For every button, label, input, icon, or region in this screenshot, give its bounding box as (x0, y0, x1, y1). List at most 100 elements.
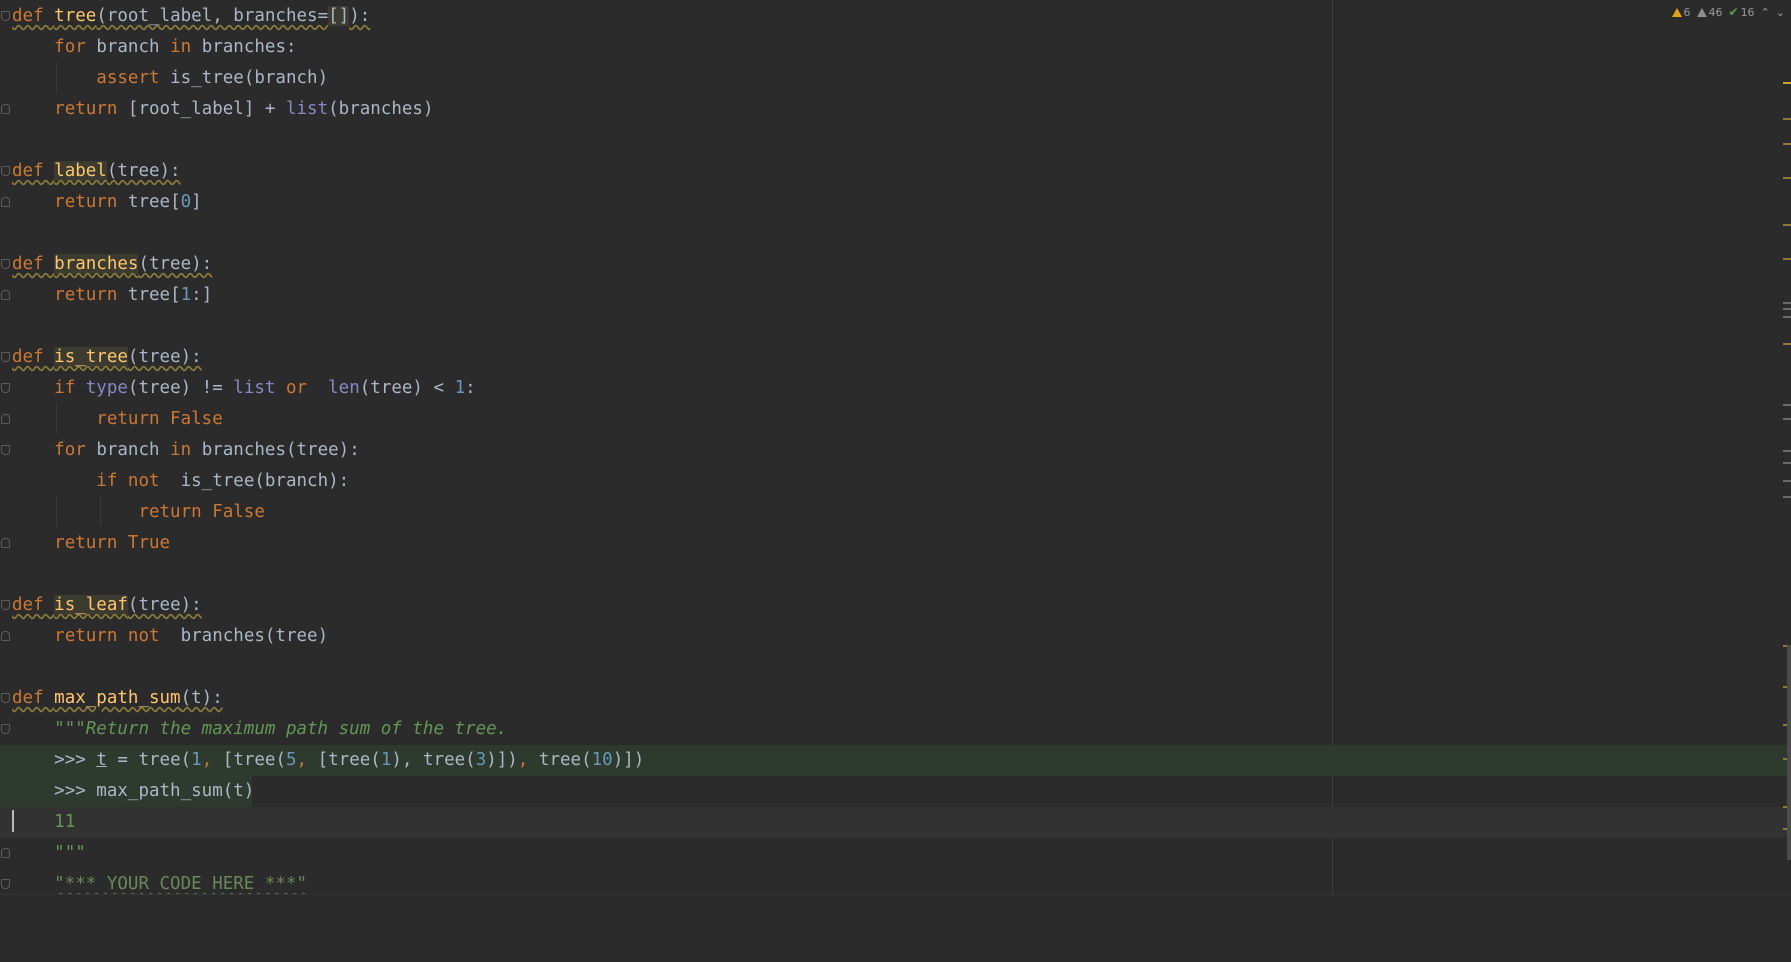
code-line-doctest[interactable]: >>> t = tree(1, [tree(5, [tree(1), tree(… (0, 745, 1791, 776)
stripe-marker[interactable] (1783, 302, 1791, 304)
stripe-marker[interactable] (1783, 343, 1791, 345)
builtin: type (86, 378, 128, 398)
keyword: in (170, 37, 202, 57)
warning-icon (1672, 8, 1682, 17)
keyword: def (12, 347, 54, 367)
code-text: ] (191, 192, 202, 212)
number: 1 (381, 750, 392, 770)
code-text: [] (328, 6, 349, 26)
code-line[interactable]: """ (0, 838, 1791, 869)
vertical-scrollbar-thumb[interactable] (1787, 645, 1791, 860)
code-text: )]) (486, 750, 518, 770)
code-text: is_tree(branch): (181, 471, 350, 491)
code-text: [tree( (318, 750, 381, 770)
stripe-marker[interactable] (1783, 118, 1791, 120)
function-name: is_leaf (54, 595, 128, 615)
string-literal: "*** YOUR CODE HERE ***" (54, 874, 307, 894)
code-line[interactable]: def max_path_sum(t): (0, 683, 1791, 714)
stripe-marker[interactable] (1783, 418, 1791, 420)
error-count[interactable]: 6 (1672, 6, 1691, 19)
code-text: (tree): (107, 161, 181, 181)
error-stripe[interactable] (1779, 0, 1791, 903)
typo-count[interactable]: ✔ 16 (1729, 5, 1755, 19)
stripe-marker[interactable] (1783, 462, 1791, 464)
code-line[interactable]: def is_leaf(tree): (0, 590, 1791, 621)
docstring: """Return the maximum path sum of the tr… (54, 719, 507, 739)
typo-count-label: 16 (1741, 6, 1755, 19)
keyword: in (170, 440, 202, 460)
number: 3 (476, 750, 487, 770)
code-line[interactable]: for branch in branches: (0, 32, 1791, 63)
code-text: = tree( (107, 750, 191, 770)
keyword: def (12, 161, 54, 181)
keyword: or (275, 378, 317, 398)
stripe-marker[interactable] (1783, 316, 1791, 318)
number: 1 (455, 378, 466, 398)
code-line[interactable]: return tree[1:] (0, 280, 1791, 311)
code-line[interactable]: def is_tree(tree): (0, 342, 1791, 373)
number: 10 (592, 750, 613, 770)
weak-warning-count-label: 46 (1709, 6, 1723, 19)
stripe-marker[interactable] (1783, 496, 1791, 498)
code-line[interactable]: if not is_tree(branch): (0, 466, 1791, 497)
function-name: max_path_sum (54, 688, 180, 708)
stripe-marker[interactable] (1783, 404, 1791, 406)
code-text: branch (96, 440, 170, 460)
keyword: if not (96, 471, 170, 491)
stripe-marker[interactable] (1783, 224, 1791, 226)
code-line[interactable]: """Return the maximum path sum of the tr… (0, 714, 1791, 745)
builtin: list (286, 99, 328, 119)
weak-warning-icon (1697, 8, 1707, 17)
code-line[interactable]: return tree[0] (0, 187, 1791, 218)
function-name: is_tree (54, 347, 128, 367)
code-text: )]) (613, 750, 645, 770)
keyword: def (12, 688, 54, 708)
code-line[interactable]: return [root_label] + list(branches) (0, 94, 1791, 125)
number: 1 (181, 285, 192, 305)
code-line[interactable]: def label(tree): (0, 156, 1791, 187)
code-text: >>> max_path_sum(t) (54, 781, 254, 801)
function-name: label (54, 161, 107, 181)
code-text: tree[ (128, 285, 181, 305)
comma: , (202, 750, 223, 770)
number: 1 (191, 750, 202, 770)
code-line[interactable]: return True (0, 528, 1791, 559)
builtin: len (328, 378, 360, 398)
keyword: for (54, 37, 96, 57)
code-text: [tree( (223, 750, 286, 770)
error-count-label: 6 (1684, 6, 1691, 19)
weak-warning-count[interactable]: 46 (1697, 6, 1723, 19)
code-line[interactable]: if type(tree) != list or len(tree) < 1: (0, 373, 1791, 404)
builtin: list (233, 378, 275, 398)
keyword: return False (138, 502, 264, 522)
stripe-marker[interactable] (1783, 177, 1791, 179)
inspections-widget[interactable]: 6 46 ✔ 16 ⌃ ⌄ (1672, 2, 1791, 22)
stripe-marker[interactable] (1783, 480, 1791, 482)
code-line[interactable]: for branch in branches(tree): (0, 435, 1791, 466)
code-text: tree( (539, 750, 592, 770)
stripe-marker[interactable] (1783, 258, 1791, 260)
stripe-marker[interactable] (1783, 450, 1791, 452)
code-line[interactable]: def branches(tree): (0, 249, 1791, 280)
code-line-doctest[interactable]: >>> max_path_sum(t) (0, 776, 252, 807)
stripe-marker[interactable] (1783, 82, 1791, 84)
code-line[interactable]: return False (0, 404, 1791, 435)
keyword: if (54, 378, 86, 398)
code-text: branches: (202, 37, 297, 57)
code-line[interactable]: return not branches(tree) (0, 621, 1791, 652)
code-line[interactable]: def tree(root_label, branches=[]): (0, 1, 1791, 32)
code-editor[interactable]: def tree(root_label, branches=[]): for b… (0, 0, 1791, 903)
horizontal-scrollbar[interactable] (0, 894, 1791, 903)
keyword: return True (54, 533, 170, 553)
chevron-up-icon[interactable]: ⌃ (1761, 6, 1770, 19)
code-text: branch (96, 37, 170, 57)
code-line-current[interactable]: 11 (0, 807, 1791, 838)
stripe-marker[interactable] (1783, 143, 1791, 145)
code-line[interactable]: assert is_tree(branch) (0, 63, 1791, 94)
code-text: (tree): (128, 595, 202, 615)
stripe-marker[interactable] (1783, 308, 1791, 310)
comma: , (297, 750, 318, 770)
code-text: t (96, 750, 107, 770)
code-text: : (465, 378, 476, 398)
code-line[interactable]: return False (0, 497, 1791, 528)
